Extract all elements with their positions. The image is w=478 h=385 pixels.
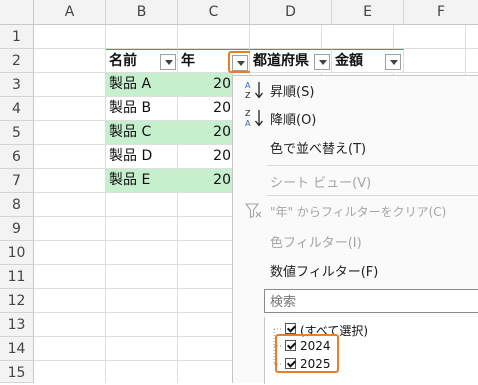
header-year-label: 年 bbox=[181, 53, 195, 69]
product-cell[interactable]: 製品 E bbox=[106, 169, 178, 193]
filter-dropdown-year[interactable] bbox=[232, 55, 248, 71]
row-header-2[interactable]: 2 bbox=[0, 49, 34, 73]
year-cell[interactable]: 20 bbox=[178, 97, 234, 121]
menu-item-sort-asc[interactable]: A Z 昇順(S) bbox=[233, 76, 478, 103]
product-cell[interactable]: 製品 B bbox=[106, 97, 178, 121]
menu-item-color-filter: 色フィルター(I) bbox=[233, 227, 478, 253]
filter-search-input[interactable] bbox=[264, 289, 478, 313]
menu-item-clear-filter: "年" からフィルターをクリア(C) bbox=[233, 198, 478, 224]
menu-item-sort-desc[interactable]: Z A 降順(O) bbox=[233, 104, 478, 131]
filter-dropdown-amount[interactable] bbox=[385, 54, 401, 70]
svg-text:A: A bbox=[245, 81, 251, 90]
sort-descending-icon: Z A bbox=[245, 109, 264, 128]
row-header-15[interactable]: 15 bbox=[0, 361, 34, 383]
years-highlight bbox=[275, 334, 339, 373]
row-header-8[interactable]: 8 bbox=[0, 193, 34, 217]
year-cell[interactable]: 20 bbox=[178, 121, 234, 145]
clear-filter-label: "年" からフィルターをクリア(C) bbox=[270, 205, 447, 219]
col-header-f[interactable]: F bbox=[404, 0, 478, 25]
svg-text:A: A bbox=[245, 119, 251, 128]
product-cell[interactable]: 製品 D bbox=[106, 145, 178, 169]
filter-menu: A Z 昇順(S) Z A 降順(O) 色で並べ替え(T) シート ビュー(V) bbox=[232, 75, 478, 384]
row-header-14[interactable]: 14 bbox=[0, 337, 34, 361]
header-cell-prefecture[interactable]: 都道府県 bbox=[250, 49, 332, 73]
year-cell[interactable]: 20 bbox=[178, 145, 234, 169]
product-cell[interactable]: 製品 A bbox=[106, 73, 178, 97]
menu-item-sheet-view: シート ビュー(V) bbox=[233, 167, 478, 193]
number-filter-label: 数値フィルター(F) bbox=[270, 265, 379, 280]
sheet-view-label: シート ビュー(V) bbox=[270, 176, 372, 191]
menu-separator bbox=[267, 195, 478, 196]
row-header-9[interactable]: 9 bbox=[0, 217, 34, 241]
row-header-13[interactable]: 13 bbox=[0, 313, 34, 337]
col-header-c[interactable]: C bbox=[178, 0, 250, 25]
sort-color-label: 色で並べ替え(T) bbox=[270, 142, 367, 157]
filter-dropdown-prefecture[interactable] bbox=[314, 54, 330, 70]
svg-text:Z: Z bbox=[245, 91, 251, 100]
sort-desc-label: 降順(O) bbox=[270, 113, 317, 128]
col-header-e[interactable]: E bbox=[332, 0, 404, 25]
select-all-corner[interactable] bbox=[0, 0, 34, 25]
row-header-6[interactable]: 6 bbox=[0, 145, 34, 169]
row-header-11[interactable]: 11 bbox=[0, 265, 34, 289]
header-pref-label: 都道府県 bbox=[253, 53, 309, 69]
sort-ascending-icon: A Z bbox=[245, 81, 264, 100]
menu-item-sort-by-color[interactable]: 色で並べ替え(T) bbox=[233, 133, 478, 159]
header-cell-name[interactable]: 名前 bbox=[106, 49, 178, 73]
row-header-5[interactable]: 5 bbox=[0, 121, 34, 145]
menu-item-number-filters[interactable]: 数値フィルター(F) bbox=[233, 256, 478, 282]
header-amount-label: 金額 bbox=[335, 53, 363, 69]
row-header-4[interactable]: 4 bbox=[0, 97, 34, 121]
checkbox-icon bbox=[285, 323, 296, 334]
year-cell[interactable]: 20 bbox=[178, 73, 234, 97]
menu-separator bbox=[267, 165, 478, 166]
header-name-label: 名前 bbox=[109, 53, 137, 69]
filter-clear-icon bbox=[245, 203, 262, 219]
svg-text:Z: Z bbox=[245, 109, 251, 118]
row-header-3[interactable]: 3 bbox=[0, 73, 34, 97]
row-header-1[interactable]: 1 bbox=[0, 25, 34, 49]
year-cell[interactable]: 20 bbox=[178, 169, 234, 193]
header-cell-amount[interactable]: 金額 bbox=[332, 49, 404, 73]
filter-dropdown-name[interactable] bbox=[160, 54, 176, 70]
product-cell[interactable]: 製品 C bbox=[106, 121, 178, 145]
row-header-12[interactable]: 12 bbox=[0, 289, 34, 313]
color-filter-label: 色フィルター(I) bbox=[270, 236, 362, 251]
sort-asc-label: 昇順(S) bbox=[270, 85, 315, 100]
row-header-7[interactable]: 7 bbox=[0, 169, 34, 193]
col-header-b[interactable]: B bbox=[106, 0, 178, 25]
col-header-d[interactable]: D bbox=[250, 0, 332, 25]
row-header-10[interactable]: 10 bbox=[0, 241, 34, 265]
col-header-a[interactable]: A bbox=[34, 0, 106, 25]
